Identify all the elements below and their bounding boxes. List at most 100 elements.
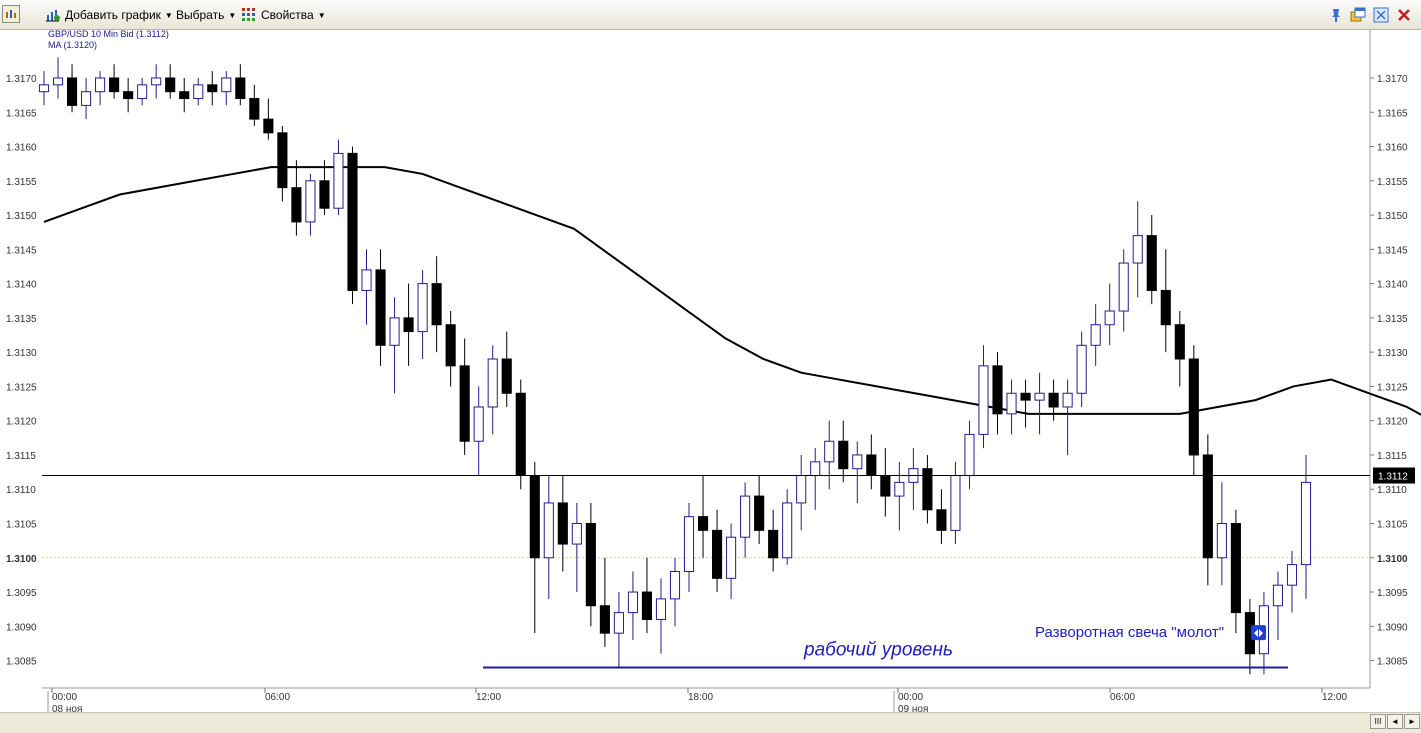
candle: [543, 502, 554, 559]
y-tick-label-right: 1.3115: [1377, 451, 1407, 462]
candle: [1300, 481, 1312, 566]
x-tick-label: 12:00: [476, 692, 501, 703]
y-tick-label-left: 1.3115: [6, 451, 36, 462]
candle: [473, 406, 484, 442]
candle: [38, 84, 50, 93]
chevron-down-icon: ▼: [228, 10, 237, 20]
candle: [1020, 392, 1031, 401]
y-tick-label-right: 1.3155: [1377, 177, 1408, 188]
candle: [641, 591, 653, 620]
close-button[interactable]: [1396, 6, 1416, 24]
candle: [207, 84, 218, 93]
candle: [52, 77, 64, 86]
y-tick-label-right: 1.3165: [1377, 108, 1408, 119]
y-tick-label-left: 1.3165: [6, 108, 37, 119]
y-tick-label-left: 1.3140: [6, 280, 37, 291]
candle: [585, 523, 596, 607]
x-tick-label: 06:00: [265, 692, 290, 703]
y-tick-label-left: 1.3105: [6, 520, 37, 531]
price-chart[interactable]: 1.3085 1.3085 1.3090 1.3090 1.3095 1.3095 1.31…: [0, 30, 1421, 728]
scroll-grip-button[interactable]: III: [1370, 714, 1386, 729]
x-tick-label: 12:00: [1322, 692, 1347, 703]
candle: [655, 598, 667, 620]
close-icon: [1396, 7, 1412, 23]
y-tick-label-right: 1.3145: [1377, 245, 1408, 256]
pin-button[interactable]: [1328, 6, 1348, 24]
x-tick-label: 00:00: [52, 692, 77, 703]
x-tick-label: 18:00: [688, 692, 713, 703]
candle: [151, 77, 162, 86]
candle: [1272, 584, 1284, 607]
float-window-button[interactable]: [1350, 6, 1370, 24]
y-tick-label-left: 1.3145: [6, 245, 37, 256]
candle: [1286, 564, 1298, 586]
candle: [277, 132, 288, 189]
x-tick-label: 06:00: [1110, 692, 1135, 703]
y-tick-label-right: 1.3120: [1377, 417, 1408, 428]
y-tick-label-left: 1.3095: [6, 588, 37, 599]
candle: [291, 187, 302, 223]
candle: [193, 84, 204, 100]
add-chart-icon: [45, 7, 61, 23]
candle: [1062, 392, 1073, 408]
candle: [123, 91, 134, 100]
chart-app-icon[interactable]: [2, 5, 24, 23]
candle: [305, 180, 316, 223]
y-tick-label-left: 1.3110: [6, 485, 36, 496]
y-tick-label-left: 1.3130: [6, 348, 37, 359]
scroll-left-button[interactable]: ◄: [1387, 714, 1403, 729]
candle: [1188, 358, 1199, 456]
select-button[interactable]: Выбрать ▼: [176, 6, 236, 24]
candle: [1076, 344, 1087, 394]
add-chart-button[interactable]: Добавить график ▼: [45, 6, 173, 24]
candle: [263, 118, 274, 134]
y-tick-label-left: 1.3170: [6, 74, 37, 85]
toolbar: Добавить график ▼ Выбрать ▼ Свойства ▼: [0, 0, 1421, 30]
candle: [501, 358, 512, 394]
chevron-down-icon: ▼: [317, 10, 326, 20]
candle: [319, 180, 330, 209]
candle: [1146, 235, 1157, 291]
scroll-right-button[interactable]: ►: [1404, 714, 1420, 729]
candle: [417, 283, 428, 333]
float-window-icon: [1350, 7, 1366, 23]
candle: [880, 475, 891, 497]
candle: [333, 152, 344, 209]
candle: [978, 365, 989, 435]
candle: [249, 98, 260, 120]
candle: [726, 536, 737, 579]
candle: [1104, 310, 1115, 326]
candle: [810, 461, 821, 477]
pin-icon: [1328, 7, 1344, 23]
plot-background: [42, 30, 1370, 688]
y-tick-label-right: 1.3095: [1377, 588, 1408, 599]
candle: [613, 612, 624, 634]
candle: [1006, 392, 1017, 415]
y-tick-label-right: 1.3085: [1377, 657, 1408, 668]
candle: [964, 433, 975, 477]
candle: [81, 91, 92, 106]
candle: [515, 392, 526, 477]
candle: [782, 502, 793, 559]
y-tick-label-right: 1.3135: [1377, 314, 1408, 325]
candle: [179, 91, 190, 100]
y-tick-label-left: 1.3090: [6, 622, 37, 633]
candle: [431, 283, 442, 326]
chart-area[interactable]: 1.3085 1.3085 1.3090 1.3090 1.3095 1.3095 1.31…: [0, 29, 1421, 728]
candle: [1160, 289, 1171, 326]
candle: [922, 468, 933, 511]
candle: [992, 365, 1003, 415]
y-tick-label-left: 1.3125: [6, 382, 37, 393]
properties-button[interactable]: Свойства ▼: [241, 6, 326, 24]
candle: [950, 475, 961, 531]
candle: [95, 77, 106, 93]
candle: [571, 523, 582, 545]
candle: [165, 77, 176, 93]
candle: [389, 317, 400, 346]
candle: [866, 454, 877, 477]
candle: [669, 570, 681, 600]
candle: [459, 365, 470, 442]
working-level-label: рабочий уровень: [803, 639, 953, 660]
y-tick-label-left: 1.3085: [6, 657, 37, 668]
maximize-button[interactable]: [1373, 6, 1393, 24]
